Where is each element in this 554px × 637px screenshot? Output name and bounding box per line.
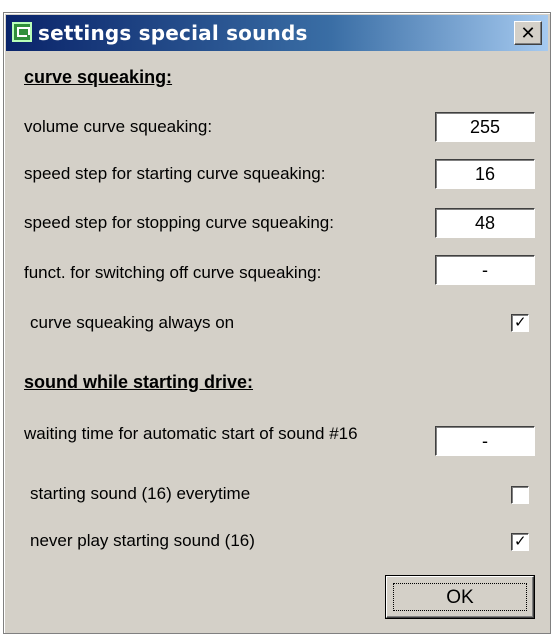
volume-curve-squeaking-label: volume curve squeaking: (24, 117, 213, 136)
checkmark-icon: ✓ (514, 533, 527, 550)
start-speed-step-field[interactable]: 16 (435, 159, 535, 189)
starting-drive-heading: sound while starting drive: (24, 372, 254, 392)
never-play-starting-sound-label: never play starting sound (16) (30, 531, 255, 550)
switch-off-function-field[interactable]: - (435, 255, 535, 285)
curve-always-on-checkbox[interactable]: ✓ (511, 314, 529, 332)
checkmark-icon: ✓ (514, 314, 527, 331)
ok-button-label: OK (393, 583, 527, 611)
close-icon: ✕ (520, 23, 536, 43)
title-bar[interactable]: settings special sounds ✕ (6, 15, 548, 51)
close-button[interactable]: ✕ (514, 21, 542, 45)
starting-sound-everytime-label: starting sound (16) everytime (30, 484, 251, 503)
waiting-time-field[interactable]: - (435, 426, 535, 456)
stop-speed-step-label: speed step for stopping curve squeaking: (24, 213, 334, 232)
ok-button[interactable]: OK (386, 576, 534, 618)
stop-speed-step-field[interactable]: 48 (435, 208, 535, 238)
curve-squeaking-heading: curve squeaking: (24, 67, 173, 87)
window-title: settings special sounds (38, 21, 308, 45)
waiting-time-label: waiting time for automatic start of soun… (24, 424, 358, 443)
never-play-starting-sound-checkbox[interactable]: ✓ (511, 533, 529, 551)
curve-always-on-label: curve squeaking always on (30, 313, 235, 332)
start-speed-step-label: speed step for starting curve squeaking: (24, 164, 326, 183)
app-window-icon (12, 22, 32, 42)
volume-curve-squeaking-field[interactable]: 255 (435, 112, 535, 142)
switch-off-function-label: funct. for switching off curve squeaking… (24, 263, 322, 282)
starting-sound-everytime-checkbox[interactable] (511, 486, 529, 504)
